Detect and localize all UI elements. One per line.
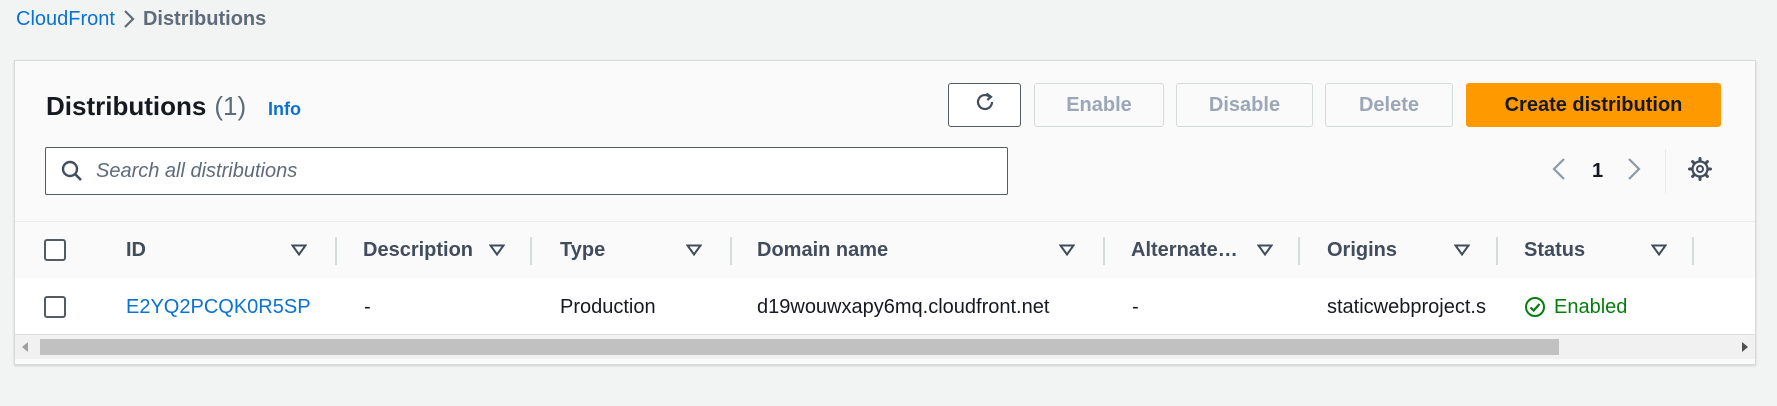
breadcrumb: CloudFront Distributions	[16, 6, 266, 32]
breadcrumb-cloudfront-link[interactable]: CloudFront	[16, 8, 115, 31]
column-resizer[interactable]	[1692, 237, 1694, 265]
chevron-left-icon	[1552, 157, 1566, 186]
distributions-panel: Distributions (1) Info Enable Disable De…	[14, 60, 1756, 365]
column-resizer[interactable]	[530, 237, 532, 265]
type-cell: Production	[560, 295, 656, 318]
breadcrumb-current: Distributions	[142, 7, 267, 30]
next-page-button[interactable]	[1627, 147, 1641, 195]
horizontal-scrollbar[interactable]	[15, 334, 1755, 359]
column-resizer[interactable]	[730, 237, 732, 265]
enable-button[interactable]: Enable	[1034, 83, 1164, 127]
alternate-cell: -	[1132, 295, 1139, 318]
sort-caret-icon[interactable]	[686, 222, 702, 278]
refresh-icon	[973, 90, 997, 120]
sort-caret-icon[interactable]	[291, 222, 307, 278]
page-title: Distributions (1)	[46, 91, 246, 122]
sort-caret-icon[interactable]	[1454, 222, 1470, 278]
column-header-domain-name[interactable]: Domain name	[757, 222, 888, 278]
column-header-status[interactable]: Status	[1524, 222, 1585, 278]
sort-caret-icon[interactable]	[1257, 222, 1273, 278]
status-badge: Enabled	[1524, 278, 1627, 336]
disable-button[interactable]: Disable	[1176, 83, 1313, 127]
column-resizer[interactable]	[1298, 237, 1300, 265]
page-number[interactable]: 1	[1592, 147, 1603, 195]
gear-icon	[1687, 156, 1713, 187]
column-resizer[interactable]	[1496, 237, 1498, 265]
sort-caret-icon[interactable]	[1651, 222, 1667, 278]
panel-title-text: Distributions	[46, 91, 207, 121]
preferences-button[interactable]	[1687, 147, 1713, 195]
column-header-alternate[interactable]: Alternate…	[1131, 222, 1238, 278]
distribution-id-link[interactable]: E2YQ2PCQK0R5SP	[126, 278, 311, 336]
domain-name-cell: d19wouwxapy6mq.cloudfront.net	[757, 295, 1050, 318]
scrollbar-thumb[interactable]	[40, 339, 1559, 355]
pagination-divider	[1665, 149, 1666, 193]
chevron-right-icon	[115, 9, 143, 29]
column-resizer[interactable]	[335, 237, 337, 265]
sort-caret-icon[interactable]	[489, 222, 505, 278]
check-circle-icon	[1524, 296, 1546, 318]
column-header-id[interactable]: ID	[126, 222, 146, 278]
row-select-checkbox[interactable]	[44, 278, 66, 336]
sort-caret-icon[interactable]	[1059, 222, 1075, 278]
column-header-type[interactable]: Type	[560, 222, 605, 278]
column-resizer[interactable]	[1103, 237, 1105, 265]
chevron-right-icon	[1627, 157, 1641, 186]
delete-button[interactable]: Delete	[1325, 83, 1453, 127]
search-input[interactable]	[94, 158, 1007, 184]
info-link[interactable]: Info	[268, 99, 301, 120]
select-all-checkbox[interactable]	[44, 222, 66, 278]
column-header-description[interactable]: Description	[363, 222, 473, 278]
origins-cell: staticwebproject.s	[1327, 295, 1486, 318]
previous-page-button[interactable]	[1552, 147, 1566, 195]
search-icon	[50, 159, 94, 183]
status-text: Enabled	[1554, 295, 1628, 318]
table-header: ID Description Type Domain name Alternat…	[15, 221, 1755, 279]
search-box	[45, 147, 1008, 195]
create-distribution-button[interactable]: Create distribution	[1466, 83, 1721, 127]
scroll-right-icon[interactable]	[1741, 340, 1749, 358]
scroll-left-icon[interactable]	[21, 340, 29, 358]
table-row[interactable]: E2YQ2PCQK0R5SP - Production d19wouwxapy6…	[15, 278, 1755, 336]
refresh-button[interactable]	[948, 83, 1021, 127]
distribution-count: (1)	[214, 91, 247, 121]
column-header-origins[interactable]: Origins	[1327, 222, 1397, 278]
description-cell: -	[364, 295, 371, 318]
